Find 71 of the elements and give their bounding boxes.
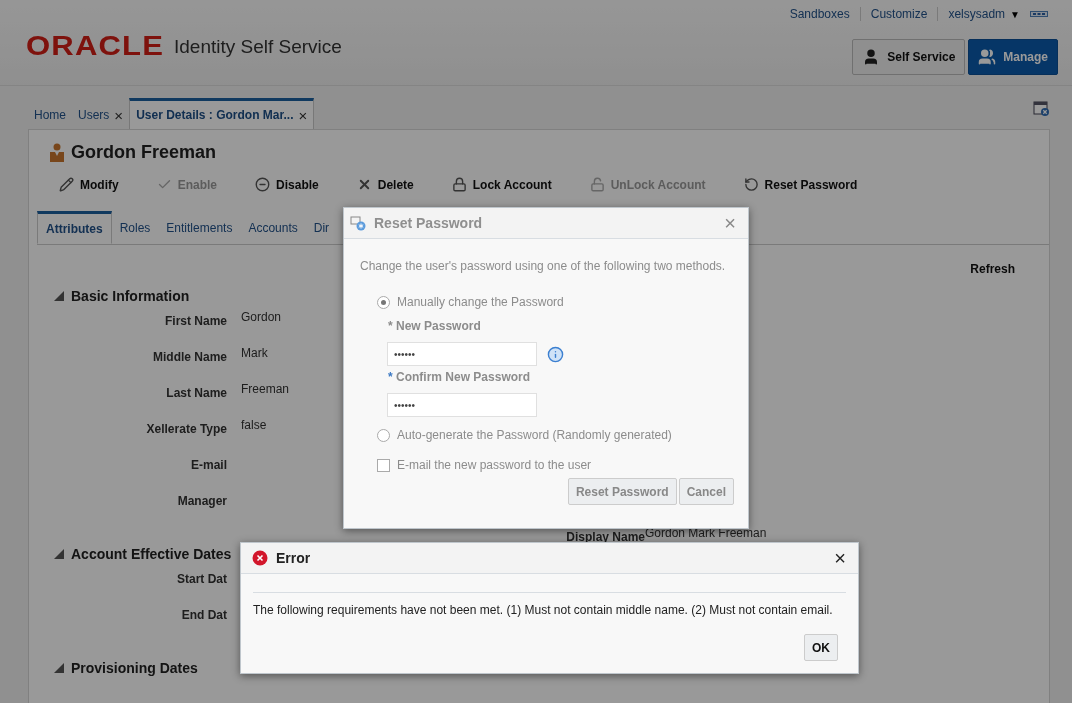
- action-button[interactable]: Reset Password: [743, 177, 858, 192]
- user-menu[interactable]: xelsysadm ▼: [948, 7, 1020, 21]
- app-title: Identity Self Service: [174, 35, 342, 58]
- tab[interactable]: Attributes: [37, 211, 112, 244]
- action-button[interactable]: Disable: [255, 177, 319, 192]
- field-label: Last Name: [165, 386, 227, 400]
- field-value: Gordon: [241, 311, 282, 324]
- tab[interactable]: Entitlements: [158, 211, 241, 244]
- dialog-button[interactable]: Reset Password: [567, 478, 677, 505]
- users-icon: [978, 48, 997, 66]
- action-button[interactable]: Delete: [356, 177, 414, 192]
- collapse-icon[interactable]: [53, 548, 65, 560]
- action-button[interactable]: Modify: [59, 177, 119, 192]
- password-field[interactable]: ••••••: [387, 393, 537, 417]
- close-button[interactable]: ×: [724, 213, 736, 233]
- field-label: Manager: [176, 494, 227, 508]
- field-value: Mark: [241, 347, 268, 360]
- user-name: Gordon Freeman: [71, 142, 217, 163]
- tab[interactable]: Accounts: [240, 211, 306, 244]
- password-field[interactable]: ••••••: [387, 342, 537, 366]
- refresh-link[interactable]: Refresh: [970, 262, 1015, 276]
- field-label: Xellerate Type: [145, 422, 227, 436]
- tab[interactable]: Roles: [111, 211, 159, 244]
- info-icon: [547, 345, 564, 363]
- dialog-title: Reset Password: [374, 215, 484, 231]
- close-window-icon[interactable]: [1033, 100, 1050, 117]
- menu-icon[interactable]: [1030, 11, 1048, 17]
- header-link[interactable]: Customize: [870, 7, 939, 21]
- minus-circle-icon: [255, 177, 271, 192]
- header-button[interactable]: Manage: [968, 39, 1058, 75]
- unlocked-icon: [589, 177, 605, 192]
- field-label: E-mail: [190, 458, 227, 472]
- action-button[interactable]: Lock Account: [451, 177, 552, 192]
- reset-icon: [743, 177, 759, 192]
- dialog-text: Change the user's password using one of the following two methods.: [360, 259, 727, 273]
- close-icon[interactable]: ×: [298, 106, 308, 124]
- error-message: The following requirements have not been met. (1) Must not contain middle name. (2) Must not contain email.: [253, 592, 846, 617]
- field-label: First Name: [163, 314, 227, 328]
- field-label: Middle Name: [152, 350, 227, 364]
- tab[interactable]: Users ×: [72, 101, 130, 129]
- section-title[interactable]: Basic Information: [71, 288, 190, 304]
- section-title[interactable]: Account Effective Dates: [71, 546, 232, 562]
- dialog-title: Error: [276, 550, 312, 566]
- field-label: * Confirm New Password: [388, 370, 532, 384]
- close-icon[interactable]: ×: [114, 106, 124, 124]
- field-label: Start Dat: [176, 572, 227, 586]
- field-label: * New Password: [388, 319, 482, 333]
- close-button[interactable]: ×: [834, 548, 846, 568]
- dialog-button[interactable]: Cancel: [678, 478, 734, 505]
- field-label: End Dat: [180, 608, 227, 622]
- field-value: false: [241, 419, 267, 432]
- error-icon: [252, 550, 268, 566]
- tab[interactable]: User Details : Gordon Mar... ×: [129, 98, 315, 129]
- reset-dialog-icon: [350, 215, 366, 231]
- header-button[interactable]: Self Service: [852, 39, 966, 75]
- tab[interactable]: Dir: [305, 211, 338, 244]
- tab[interactable]: Home: [28, 101, 72, 129]
- collapse-icon[interactable]: [53, 662, 65, 674]
- pencil-icon: [59, 177, 74, 192]
- lock-icon: [451, 177, 467, 192]
- checkbox-option[interactable]: E-mail the new password to the user: [377, 458, 748, 472]
- radio-option[interactable]: Manually change the Password: [377, 295, 748, 309]
- field-value: Freeman: [241, 383, 290, 396]
- collapse-icon[interactable]: [53, 290, 65, 302]
- field-label: Display Name: [565, 530, 645, 544]
- ok-button[interactable]: OK: [804, 634, 838, 661]
- logo: ORACLE: [26, 31, 164, 62]
- user-icon: [49, 142, 65, 163]
- header-link[interactable]: Sandboxes: [789, 7, 861, 21]
- radio-option[interactable]: Auto-generate the Password (Randomly generated): [377, 428, 748, 442]
- section-title[interactable]: Provisioning Dates: [71, 660, 198, 676]
